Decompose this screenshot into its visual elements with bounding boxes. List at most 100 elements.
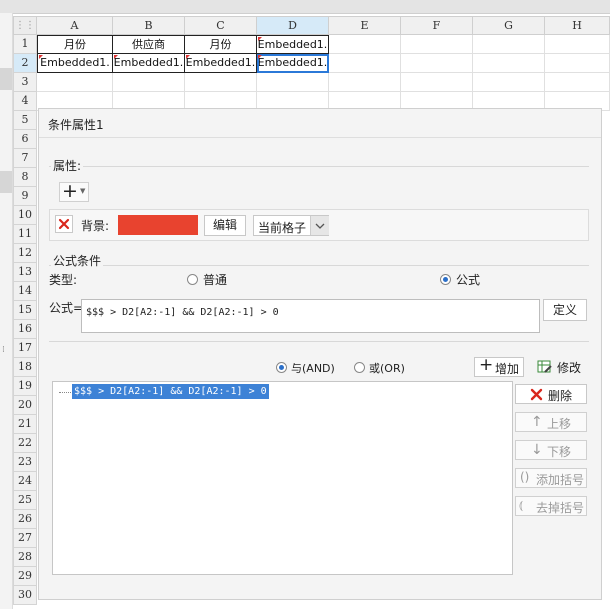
add-attribute-dropdown[interactable]: + ▼ [59,180,89,202]
select-all-corner[interactable]: ⋮⋮ [13,16,37,35]
column-header-c[interactable]: C [185,16,257,35]
delete-icon [530,388,543,401]
cell-a1[interactable]: 月份 [37,35,113,54]
row-header-15[interactable]: 15 [13,301,37,320]
column-header-g[interactable]: G [473,16,545,35]
row-header-2[interactable]: 2 [13,54,37,73]
row-header-12[interactable]: 12 [13,244,37,263]
row-header-20[interactable]: 20 [13,396,37,415]
row-header-29[interactable]: 29 [13,567,37,586]
scope-dropdown-toggle[interactable] [310,216,329,235]
cell-b1[interactable]: 供应商 [113,35,185,54]
type-normal-radio[interactable] [187,274,198,285]
cell-h1[interactable] [545,35,610,54]
remove-bracket-button[interactable]: ⦅ 去掉括号 [515,496,587,516]
row-header-1[interactable]: 1 [13,35,37,54]
row-header-17[interactable]: 17 [13,339,37,358]
cell-e3[interactable] [329,73,401,92]
type-formula-label: 公式 [456,273,481,287]
row-header-3[interactable]: 3 [13,73,37,92]
cell-f1[interactable] [401,35,473,54]
cell-e2[interactable] [329,54,401,73]
row-header-22[interactable]: 22 [13,434,37,453]
define-button[interactable]: 定义 [543,299,587,321]
modify-condition-label: 修改 [557,361,582,375]
cell-f2[interactable] [401,54,473,73]
row-header-10[interactable]: 10 [13,206,37,225]
row-header-6[interactable]: 6 [13,130,37,149]
cell-g2[interactable] [473,54,545,73]
arrow-down-icon: ↓ [531,442,543,458]
row-header-30[interactable]: 30 [13,586,37,605]
delete-condition-label: 删除 [548,389,573,403]
formula-input[interactable]: $$$ > D2[A2:-1] && D2[A2:-1] > 0 [81,299,540,333]
cell-d3[interactable] [257,73,329,92]
row-header-4[interactable]: 4 [13,92,37,111]
row-header-8[interactable]: 8 [13,168,37,187]
column-header-b[interactable]: B [113,16,185,35]
chevron-down-icon [315,223,325,229]
add-condition-button[interactable]: + 增加 [474,355,524,377]
cell-g1[interactable] [473,35,545,54]
cell-h2[interactable] [545,54,610,73]
column-header-a[interactable]: A [37,16,113,35]
move-down-button[interactable]: ↓ 下移 [515,440,587,460]
cell-c2[interactable]: Embedded1. [185,54,257,73]
chevron-down-icon: ▼ [80,187,86,195]
cell-f3[interactable] [401,73,473,92]
row-header-26[interactable]: 26 [13,510,37,529]
cell-g3[interactable] [473,73,545,92]
plus-icon: + [479,355,494,375]
background-color-swatch[interactable] [118,215,198,235]
cell-d2-selected[interactable]: Embedded1. [257,54,329,73]
cell-b2[interactable]: Embedded1. [113,54,185,73]
move-up-label: 上移 [547,417,572,431]
row-header-7[interactable]: 7 [13,149,37,168]
cell-c3[interactable] [185,73,257,92]
column-header-h[interactable]: H [545,16,610,35]
formula-divider [49,341,589,342]
conditions-list[interactable]: $$$ > D2[A2:-1] && D2[A2:-1] > 0 [52,381,513,575]
row-header-27[interactable]: 27 [13,529,37,548]
column-header-e[interactable]: E [329,16,401,35]
type-label: 类型: [49,273,78,287]
row-header-9[interactable]: 9 [13,187,37,206]
row-header-11[interactable]: 11 [13,225,37,244]
row-header-24[interactable]: 24 [13,472,37,491]
type-formula-radio[interactable] [440,274,451,285]
title-separator [39,137,601,138]
row-header-28[interactable]: 28 [13,548,37,567]
row-header-21[interactable]: 21 [13,415,37,434]
move-up-button[interactable]: ↑ 上移 [515,412,587,432]
cell-b3[interactable] [113,73,185,92]
delete-condition-button[interactable]: 删除 [515,384,587,404]
row-header-19[interactable]: 19 [13,377,37,396]
cell-c1[interactable]: 月份 [185,35,257,54]
row-header-14[interactable]: 14 [13,282,37,301]
row-header-5[interactable]: 5 [13,111,37,130]
remove-attribute-button[interactable] [55,215,73,233]
cell-d1[interactable]: Embedded1. [257,35,329,54]
row-header-23[interactable]: 23 [13,453,37,472]
condition-item-selected[interactable]: $$$ > D2[A2:-1] && D2[A2:-1] > 0 [72,384,269,399]
row-header-13[interactable]: 13 [13,263,37,282]
column-header-d[interactable]: D [257,16,329,35]
cell-a3[interactable] [37,73,113,92]
gutter-handle-icon[interactable]: ⁞ [2,345,5,355]
add-bracket-button[interactable]: () 添加括号 [515,468,587,488]
plus-icon: + [62,180,78,202]
scope-select[interactable]: 当前格子 [253,215,329,236]
modify-condition-button[interactable]: 修改 [537,357,589,377]
edit-button[interactable]: 编辑 [204,215,246,236]
row-header-25[interactable]: 25 [13,491,37,510]
logic-and-radio[interactable] [276,362,287,373]
cell-e1[interactable] [329,35,401,54]
logic-or-radio[interactable] [354,362,365,373]
cell-marker-icon [258,55,262,59]
column-header-f[interactable]: F [401,16,473,35]
cell-a2-text: Embedded1. [40,56,110,69]
cell-a2[interactable]: Embedded1. [37,54,113,73]
row-header-16[interactable]: 16 [13,320,37,339]
cell-h3[interactable] [545,73,610,92]
row-header-18[interactable]: 18 [13,358,37,377]
